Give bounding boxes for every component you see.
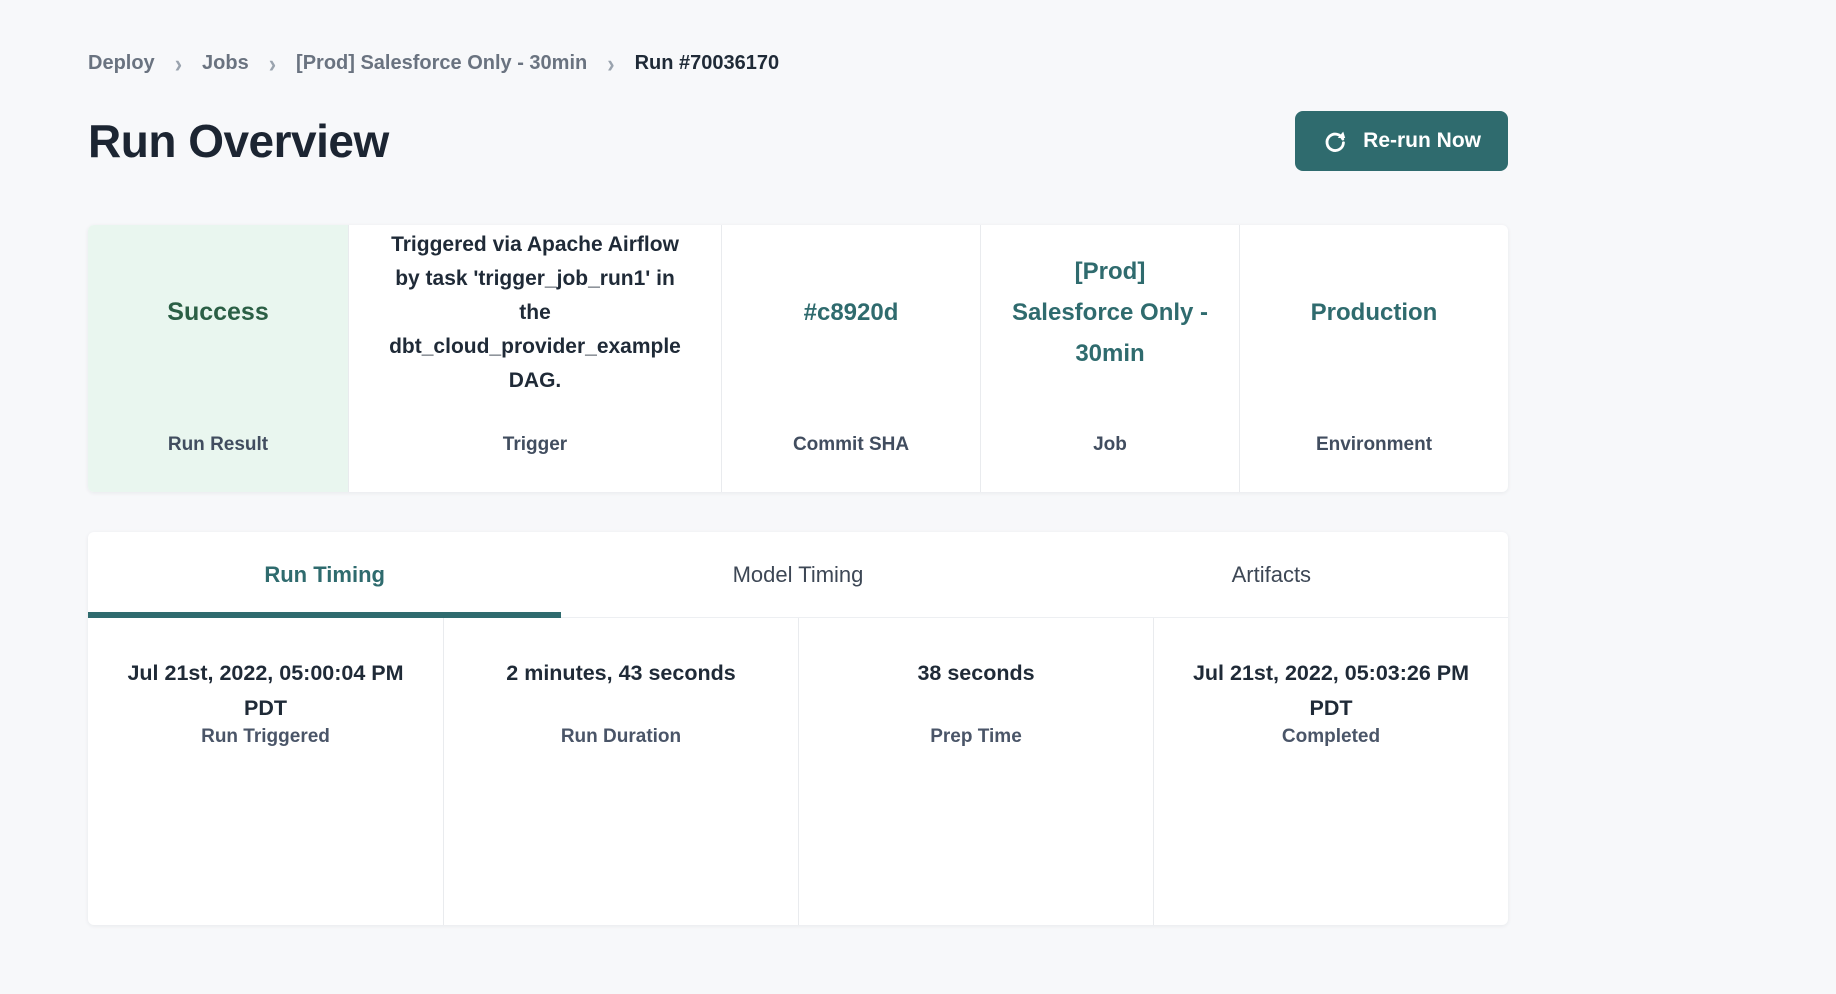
tab-run-timing[interactable]: Run Timing [88,532,561,617]
timing-grid: Jul 21st, 2022, 05:00:04 PM PDT Run Trig… [88,618,1508,925]
run-duration-cell: 2 minutes, 43 seconds Run Duration [443,618,798,925]
chevron-right-icon: › [175,51,182,76]
environment-label: Environment [1240,434,1508,456]
completed-label: Completed [1184,726,1478,748]
trigger-label: Trigger [349,434,721,456]
commit-sha-label: Commit SHA [722,434,980,456]
completed-value: Jul 21st, 2022, 05:03:26 PM PDT [1184,656,1478,726]
job-label: Job [981,434,1239,456]
environment-card: Production Environment [1239,225,1508,492]
rerun-now-label: Re-run Now [1363,129,1481,153]
run-timing-panel: Run Timing Model Timing Artifacts Jul 21… [88,532,1508,925]
breadcrumb: Deploy › Jobs › [Prod] Salesforce Only -… [88,0,1508,75]
page-header: Run Overview Re-run Now [88,111,1508,171]
run-triggered-label: Run Triggered [118,726,413,748]
trigger-card: Triggered via Apache Airflow by task 'tr… [348,225,721,492]
breadcrumb-deploy[interactable]: Deploy [88,52,155,75]
tab-model-timing[interactable]: Model Timing [561,532,1034,617]
run-triggered-cell: Jul 21st, 2022, 05:00:04 PM PDT Run Trig… [88,618,443,925]
rerun-now-button[interactable]: Re-run Now [1295,111,1508,171]
environment-link[interactable]: Production [1311,292,1438,333]
prep-time-label: Prep Time [829,726,1123,748]
tab-artifacts[interactable]: Artifacts [1035,532,1508,617]
run-summary-cards: Success Run Result Triggered via Apache … [88,225,1508,492]
chevron-right-icon: › [607,51,614,76]
job-link[interactable]: [Prod] Salesforce Only - 30min [1011,251,1209,374]
job-card: [Prod] Salesforce Only - 30min Job [980,225,1239,492]
completed-cell: Jul 21st, 2022, 05:03:26 PM PDT Complete… [1153,618,1508,925]
breadcrumb-job-name[interactable]: [Prod] Salesforce Only - 30min [296,52,587,75]
trigger-value: Triggered via Apache Airflow by task 'tr… [379,228,691,398]
breadcrumb-run-number: Run #70036170 [635,52,780,75]
chevron-right-icon: › [269,51,276,76]
run-result-label: Run Result [88,434,348,456]
prep-time-value: 38 seconds [829,656,1123,726]
breadcrumb-jobs[interactable]: Jobs [202,52,249,75]
commit-sha-card: #c8920d Commit SHA [721,225,980,492]
run-result-card: Success Run Result [88,225,348,492]
page-container: Deploy › Jobs › [Prod] Salesforce Only -… [88,0,1508,925]
commit-sha-link[interactable]: #c8920d [804,292,899,333]
prep-time-cell: 38 seconds Prep Time [798,618,1153,925]
tab-bar: Run Timing Model Timing Artifacts [88,532,1508,618]
run-duration-value: 2 minutes, 43 seconds [474,656,768,726]
run-result-value: Success [167,292,268,333]
run-triggered-value: Jul 21st, 2022, 05:00:04 PM PDT [118,656,413,726]
run-duration-label: Run Duration [474,726,768,748]
page-title: Run Overview [88,114,389,168]
refresh-icon [1322,128,1348,154]
